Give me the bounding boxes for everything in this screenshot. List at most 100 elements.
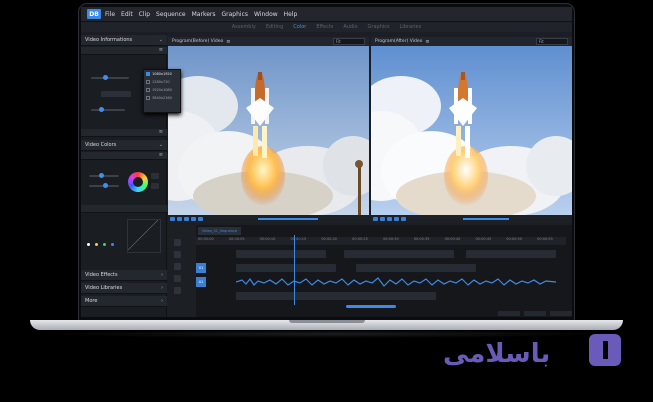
ruler-label: 00:00:55: [537, 237, 553, 241]
ruler-label: 00:00:10: [259, 237, 276, 241]
checkbox-icon[interactable]: [146, 80, 150, 84]
pen-tool-icon[interactable]: [174, 275, 181, 282]
playhead[interactable]: [294, 235, 295, 305]
slider-knob[interactable]: [103, 75, 108, 80]
video-effects-header[interactable]: Video Effects ›: [81, 270, 167, 281]
ws-tab-audio[interactable]: Audio: [343, 24, 357, 30]
menu-graphics[interactable]: Graphics: [222, 11, 249, 18]
track-a1: A1: [196, 277, 566, 287]
mark-out-icon[interactable]: [380, 217, 385, 221]
slip-tool-icon[interactable]: [174, 263, 181, 270]
slider-knob[interactable]: [99, 107, 104, 112]
chevron-down-icon[interactable]: ⌄: [159, 37, 163, 43]
mark-out-icon[interactable]: [177, 217, 182, 221]
zoom-select[interactable]: Fit: [536, 38, 568, 45]
value-field[interactable]: [151, 173, 159, 179]
shuttle-launch-image: [168, 46, 369, 215]
checkbox-icon[interactable]: [146, 96, 150, 100]
video-clip[interactable]: [236, 264, 336, 272]
color-dot-yellow[interactable]: [95, 243, 98, 246]
watermark-text: باسلامی: [443, 339, 550, 369]
chevron-down-icon[interactable]: ⌄: [159, 142, 163, 148]
ws-tab-color[interactable]: Color: [293, 24, 306, 30]
track-label-v1[interactable]: V1: [196, 263, 206, 273]
video-clip[interactable]: [466, 250, 556, 258]
selection-tool-icon[interactable]: [174, 239, 181, 246]
video-info-header[interactable]: Video Informations ⌄: [81, 35, 167, 46]
step-forward-icon[interactable]: [401, 217, 406, 221]
menu-icon[interactable]: ≡: [226, 39, 230, 45]
menu-file[interactable]: File: [105, 11, 115, 18]
menu-icon[interactable]: ≡: [425, 39, 429, 45]
audio-clip[interactable]: [236, 292, 436, 300]
popup-option[interactable]: 1920x1080: [144, 86, 180, 94]
track-label-a1[interactable]: A1: [196, 277, 206, 287]
menu-icon[interactable]: ≡: [159, 129, 163, 135]
menu-clip[interactable]: Clip: [139, 11, 150, 18]
scrub-bar[interactable]: [258, 218, 318, 220]
slider-knob[interactable]: [99, 173, 104, 178]
step-back-icon[interactable]: [387, 217, 392, 221]
razor-tool-icon[interactable]: [174, 251, 181, 258]
video-info-subbar: ≡: [81, 47, 167, 55]
track-v1: V1: [196, 263, 566, 273]
play-icon[interactable]: [394, 217, 399, 221]
chevron-right-icon[interactable]: ›: [161, 298, 163, 304]
video-colors-header[interactable]: Video Colors ⌄: [81, 140, 167, 151]
popup-option[interactable]: 1280x720: [144, 78, 180, 86]
menu-markers[interactable]: Markers: [192, 11, 216, 18]
slider-track[interactable]: [89, 175, 119, 177]
time-ruler[interactable]: 00:00:00 00:00:05 00:00:10 00:00:15 00:0…: [196, 237, 566, 245]
menu-edit[interactable]: Edit: [121, 11, 133, 18]
program-before-monitor: Program(Before) Video ≡ Fit: [168, 37, 369, 223]
ws-tab-editing[interactable]: Editing: [266, 24, 283, 30]
video-clip[interactable]: [344, 250, 454, 258]
slider-knob[interactable]: [103, 183, 108, 188]
popup-option[interactable]: 3840x2160: [144, 94, 180, 102]
video-clip[interactable]: [356, 264, 476, 272]
video-libraries-header[interactable]: Video Libraries ›: [81, 283, 167, 294]
menu-sequence[interactable]: Sequence: [156, 11, 186, 18]
video-clip[interactable]: [236, 250, 326, 258]
timeline-scrollbar[interactable]: [346, 305, 396, 308]
watermark: باسلامی: [443, 328, 623, 372]
scrub-bar[interactable]: [463, 218, 509, 220]
status-field: [498, 310, 520, 316]
curve-graph[interactable]: [127, 219, 161, 253]
video-track: [196, 249, 566, 259]
play-icon[interactable]: [191, 217, 196, 221]
ws-tab-assembly[interactable]: Assembly: [232, 24, 256, 30]
menu-icon[interactable]: ≡: [159, 152, 163, 158]
slider-track[interactable]: [91, 77, 129, 79]
video-frame: [168, 46, 369, 215]
chevron-right-icon[interactable]: ›: [161, 285, 163, 291]
zoom-select[interactable]: Fit: [333, 38, 365, 45]
app-window: DB File Edit Clip Sequence Markers Graph…: [81, 7, 572, 317]
transport-controls: [168, 215, 369, 223]
popup-option[interactable]: 1080x1920: [144, 70, 180, 78]
value-field[interactable]: [101, 91, 131, 97]
hand-tool-icon[interactable]: [174, 287, 181, 294]
step-forward-icon[interactable]: [198, 217, 203, 221]
checkbox-icon[interactable]: [146, 72, 150, 76]
sequence-tab[interactable]: Video_01_Sequence: [198, 227, 242, 235]
ws-tab-effects[interactable]: Effects: [316, 24, 333, 30]
color-wheel[interactable]: [128, 172, 148, 192]
more-header[interactable]: More ›: [81, 296, 167, 307]
value-field[interactable]: [151, 183, 159, 189]
ws-tab-graphics[interactable]: Graphics: [368, 24, 390, 30]
checkbox-icon[interactable]: [146, 88, 150, 92]
color-dot-white[interactable]: [87, 243, 90, 246]
menu-icon[interactable]: ≡: [159, 47, 163, 53]
color-dot-green[interactable]: [103, 243, 106, 246]
menu-window[interactable]: Window: [254, 11, 278, 18]
step-back-icon[interactable]: [184, 217, 189, 221]
ws-tab-libraries[interactable]: Libraries: [400, 24, 422, 30]
audio-waveform[interactable]: [236, 277, 556, 287]
menu-help[interactable]: Help: [284, 11, 298, 18]
slider-track[interactable]: [91, 109, 125, 111]
color-dot-blue[interactable]: [111, 243, 114, 246]
mark-in-icon[interactable]: [170, 217, 175, 221]
mark-in-icon[interactable]: [373, 217, 378, 221]
chevron-right-icon[interactable]: ›: [161, 272, 163, 278]
